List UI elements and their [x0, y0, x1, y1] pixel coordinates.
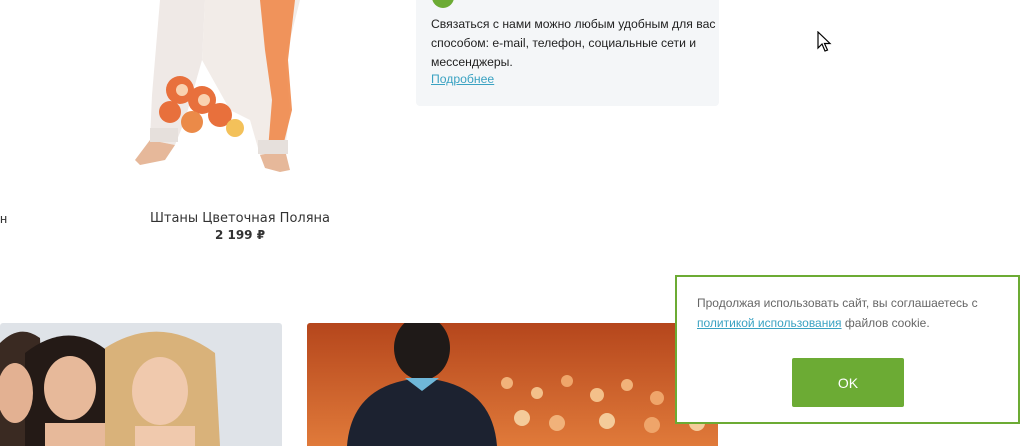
banner-conference[interactable] — [307, 323, 718, 446]
cookie-consent-popup: Продолжая использовать сайт, вы соглашае… — [675, 275, 1020, 424]
cookie-policy-link[interactable]: политикой использования — [697, 316, 842, 330]
more-link[interactable]: Подробнее — [431, 72, 494, 86]
product-price: 2 199 ₽ — [214, 228, 266, 242]
product-title[interactable]: Штаны Цветочная Поляна — [130, 211, 350, 226]
product-image[interactable] — [110, 0, 325, 190]
cookie-text: Продолжая использовать сайт, вы соглашае… — [697, 294, 1007, 333]
cookie-ok-button[interactable]: OK — [792, 358, 904, 407]
product-title-cut[interactable]: н — [0, 211, 7, 226]
cookie-text-after: файлов cookie. — [841, 315, 930, 330]
contact-info-box: Связаться с нами можно любым удобным для… — [416, 0, 719, 106]
contact-info-text: Связаться с нами можно любым удобным для… — [431, 17, 716, 69]
cookie-text-before: Продолжая использовать сайт, вы соглашае… — [697, 296, 978, 310]
mouse-pointer-icon — [817, 31, 832, 52]
green-circle-icon — [432, 0, 454, 8]
banner-models[interactable] — [0, 323, 282, 446]
